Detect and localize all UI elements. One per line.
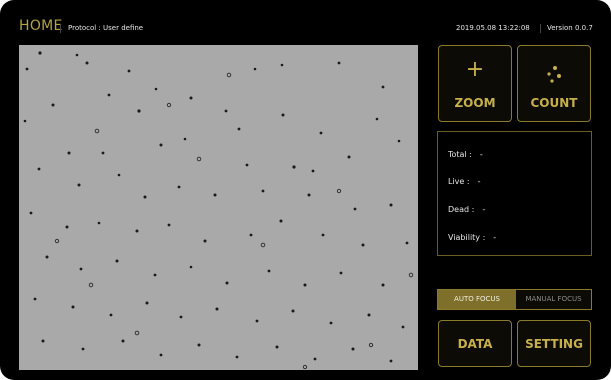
protocol-label: Protocol : User define [68, 24, 144, 32]
datetime-label: 2019.05.08 13:22:08 [456, 24, 530, 32]
cells-dots-icon [547, 66, 561, 83]
dead-stat: Dead :- [448, 205, 485, 214]
viability-label: Viability : [448, 233, 486, 242]
viability-value: - [493, 233, 497, 242]
header-bar: HOME Protocol : User define 2019.05.08 1… [0, 0, 611, 42]
setting-label: SETTING [525, 337, 583, 351]
manual-focus-button[interactable]: MANUAL FOCUS [516, 290, 591, 309]
data-label: DATA [457, 337, 493, 351]
total-label: Total : [448, 150, 472, 159]
header-divider [540, 24, 541, 33]
header-divider [60, 24, 61, 33]
stats-panel: Total :- Live :- Dead :- Viability :- [437, 131, 592, 256]
zoom-button[interactable]: + ZOOM [438, 45, 512, 122]
data-button[interactable]: DATA [438, 320, 512, 367]
cell-image [19, 45, 418, 370]
count-button[interactable]: COUNT [517, 45, 591, 122]
focus-toggle: AUTO FOCUS MANUAL FOCUS [437, 289, 592, 310]
home-link[interactable]: HOME [19, 18, 63, 34]
device-screen: HOME Protocol : User define 2019.05.08 1… [0, 0, 611, 380]
dead-value: - [482, 205, 486, 214]
live-value: - [477, 177, 481, 186]
plus-icon: + [465, 57, 485, 82]
cell-image-view[interactable] [19, 45, 418, 370]
live-label: Live : [448, 177, 470, 186]
zoom-label: ZOOM [454, 96, 496, 110]
total-value: - [479, 150, 483, 159]
auto-focus-button[interactable]: AUTO FOCUS [438, 290, 516, 309]
dead-label: Dead : [448, 205, 475, 214]
viability-stat: Viability :- [448, 233, 496, 242]
setting-button[interactable]: SETTING [517, 320, 591, 367]
total-stat: Total :- [448, 150, 483, 159]
count-label: COUNT [530, 96, 578, 110]
live-stat: Live :- [448, 177, 480, 186]
version-label: Version 0.0.7 [547, 24, 593, 32]
